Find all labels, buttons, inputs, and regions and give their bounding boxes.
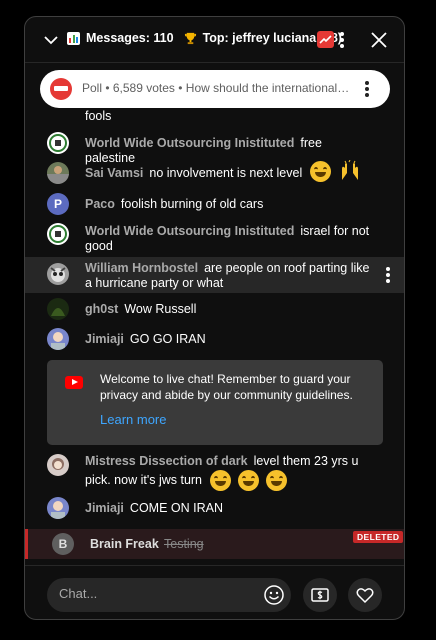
reactions-button[interactable] <box>348 578 382 612</box>
message-author[interactable]: World Wide Outsourcing Inistituted <box>85 224 294 238</box>
close-icon[interactable] <box>370 31 388 49</box>
emoji-picker-icon[interactable] <box>263 584 285 606</box>
message-author[interactable]: Sai Vamsi <box>85 166 143 180</box>
chat-message: P Paco foolish burning of old cars <box>25 192 404 216</box>
chat-input-container <box>47 578 291 612</box>
super-chat-button[interactable] <box>303 578 337 612</box>
deleted-message-text: Testing <box>164 537 204 551</box>
raising-hands-emoji-icon <box>342 160 359 180</box>
chat-footer <box>25 565 404 619</box>
message-author[interactable]: gh0st <box>85 302 118 316</box>
chat-input[interactable] <box>59 586 239 601</box>
trending-icon <box>317 31 334 48</box>
avatar[interactable]: P <box>47 193 69 215</box>
live-chat-panel: Messages: 110 Top: jeffrey luciana (18) … <box>24 16 405 620</box>
poll-more-icon[interactable] <box>365 81 369 97</box>
chat-message: gh0st Wow Russell <box>25 298 404 322</box>
avatar[interactable] <box>47 497 69 519</box>
header-more-icon[interactable] <box>340 32 344 48</box>
avatar[interactable] <box>47 223 69 245</box>
welcome-text: Welcome to live chat! Remember to guard … <box>100 372 353 402</box>
message-author[interactable]: Jimiaji <box>85 501 124 515</box>
laughing-emoji-icon <box>266 470 288 491</box>
grinning-emoji-icon <box>309 160 331 182</box>
heart-icon <box>356 588 374 604</box>
message-text: COME ON IRAN <box>129 501 223 515</box>
message-text: no involvement is next level <box>149 165 303 180</box>
chat-stats: Messages: 110 Top: jeffrey luciana (18) <box>67 31 342 45</box>
deleted-message: B Brain Freak Testing DELETED <box>25 529 404 559</box>
message-author[interactable]: Mistress Dissection of dark <box>85 454 248 468</box>
avatar[interactable] <box>47 162 69 184</box>
avatar[interactable] <box>47 328 69 350</box>
trophy-icon <box>184 32 196 44</box>
avatar[interactable] <box>47 298 69 320</box>
chat-message: Mistress Dissection of dark level them 23… <box>25 452 404 492</box>
message-author[interactable]: World Wide Outsourcing Inistituted <box>85 136 294 150</box>
laughing-emoji-icon <box>237 470 259 491</box>
deleted-badge: DELETED <box>353 531 404 543</box>
message-author[interactable]: Brain Freak <box>90 537 159 551</box>
bar-chart-icon <box>67 31 80 45</box>
dollar-icon <box>311 588 329 602</box>
chat-message: Jimiaji COME ON IRAN <box>25 497 404 521</box>
message-text: foolish burning of old cars <box>120 197 264 211</box>
message-text: fools <box>85 109 112 123</box>
chat-message: World Wide Outsourcing Inistituted israel… <box>25 220 404 256</box>
chat-message: Sai Vamsi no involvement is next level <box>25 159 404 187</box>
chat-message: World Wide Outsourcing Inistituted free p… <box>25 131 404 165</box>
avatar[interactable] <box>47 132 69 154</box>
laughing-emoji-icon <box>209 470 231 491</box>
message-more-icon[interactable] <box>386 267 390 283</box>
avatar[interactable]: B <box>52 533 74 555</box>
message-author[interactable]: William Hornbostel <box>85 261 198 275</box>
chat-header: Messages: 110 Top: jeffrey luciana (18) <box>25 17 404 63</box>
message-author[interactable]: Jimiaji <box>85 332 124 346</box>
chevron-down-icon[interactable] <box>43 32 59 48</box>
poll-text: Poll • 6,589 votes • How should the inte… <box>82 81 350 95</box>
message-text: GO GO IRAN <box>129 332 206 346</box>
avatar[interactable] <box>47 263 69 285</box>
learn-more-link[interactable]: Learn more <box>100 412 166 427</box>
message-text: Wow Russell <box>124 302 197 316</box>
avatar[interactable] <box>47 454 69 476</box>
youtube-icon <box>65 376 83 389</box>
pinned-poll[interactable]: Poll • 6,589 votes • How should the inte… <box>40 70 390 108</box>
chat-message: Jimiaji GO GO IRAN <box>25 328 404 352</box>
welcome-card: Welcome to live chat! Remember to guard … <box>47 360 383 445</box>
message-author[interactable]: Paco <box>85 197 115 211</box>
messages-count: Messages: 110 <box>86 31 174 45</box>
channel-logo-icon <box>50 78 72 100</box>
chat-message: fools <box>25 109 404 127</box>
chat-message: William Hornbostel are people on roof par… <box>25 257 404 293</box>
